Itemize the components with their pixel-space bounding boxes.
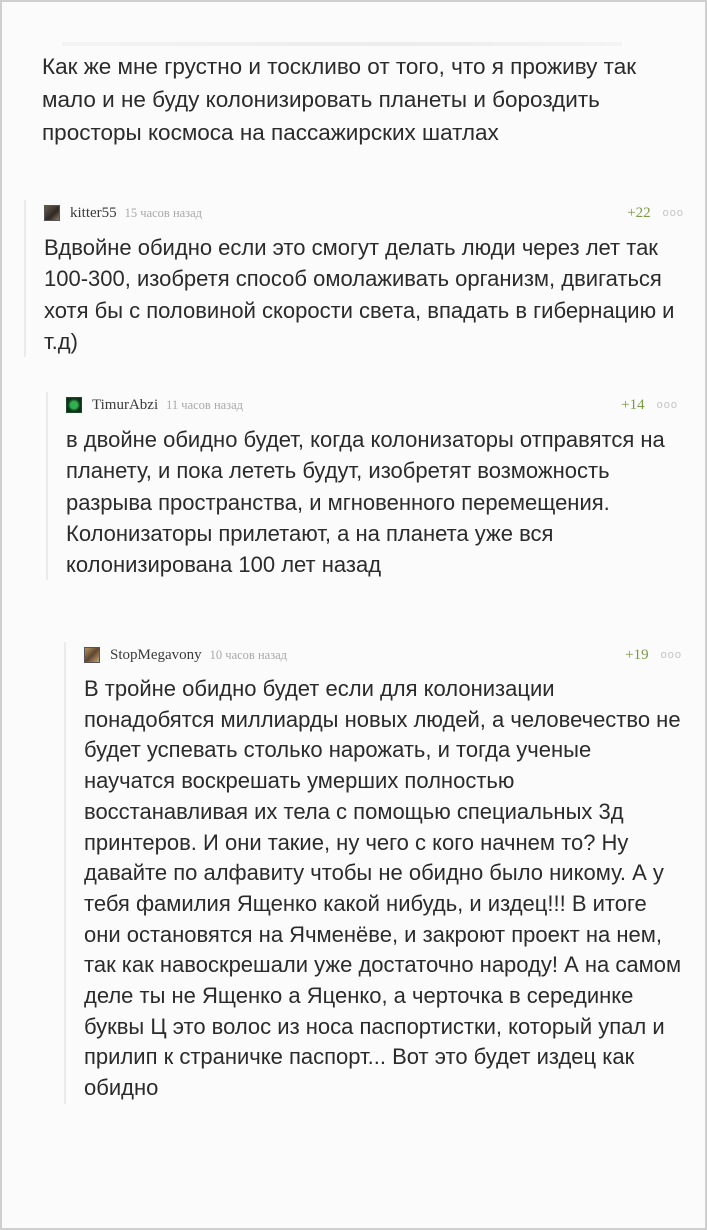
- comment: TimurAbzi 11 часов назад +14 ооо в двойн…: [46, 392, 678, 581]
- comment-header: kitter55 15 часов назад +22 ооо: [44, 200, 684, 226]
- comment-rating: +22: [627, 204, 651, 221]
- screenshot-frame: Как же мне грустно и тоскливо от того, ч…: [0, 0, 707, 1230]
- comment-time: 15 часов назад: [124, 205, 203, 220]
- comment-rating: +14: [621, 396, 645, 413]
- more-options-icon[interactable]: ооо: [661, 649, 682, 661]
- comment-text: В тройне обидно будет если для колонизац…: [84, 676, 682, 1101]
- comment: StopMegavony 10 часов назад +19 ооо В тр…: [64, 642, 682, 1104]
- comment-text: в двойне обидно будет, когда колонизатор…: [66, 427, 665, 578]
- comment-text: Вдвойне обидно если это смогут делать лю…: [44, 235, 675, 354]
- comment-author[interactable]: TimurAbzi: [92, 397, 158, 414]
- comment-rating: +19: [625, 646, 649, 663]
- comment: kitter55 15 часов назад +22 ооо Вдвойне …: [24, 200, 684, 358]
- comment-author[interactable]: StopMegavony: [110, 647, 202, 664]
- comment-author[interactable]: kitter55: [70, 205, 117, 222]
- more-options-icon[interactable]: ооо: [657, 399, 678, 411]
- comment-header: StopMegavony 10 часов назад +19 ооо: [84, 642, 682, 668]
- cropped-top-edge: [62, 42, 622, 46]
- comment-time: 10 часов назад: [209, 647, 288, 662]
- comment-time: 11 часов назад: [166, 397, 244, 412]
- avatar[interactable]: [66, 397, 82, 413]
- avatar[interactable]: [44, 205, 60, 221]
- comment-header: TimurAbzi 11 часов назад +14 ооо: [66, 392, 678, 418]
- post-text: Как же мне грустно и тоскливо от того, ч…: [42, 54, 637, 145]
- avatar[interactable]: [84, 647, 100, 663]
- more-options-icon[interactable]: ооо: [663, 207, 684, 219]
